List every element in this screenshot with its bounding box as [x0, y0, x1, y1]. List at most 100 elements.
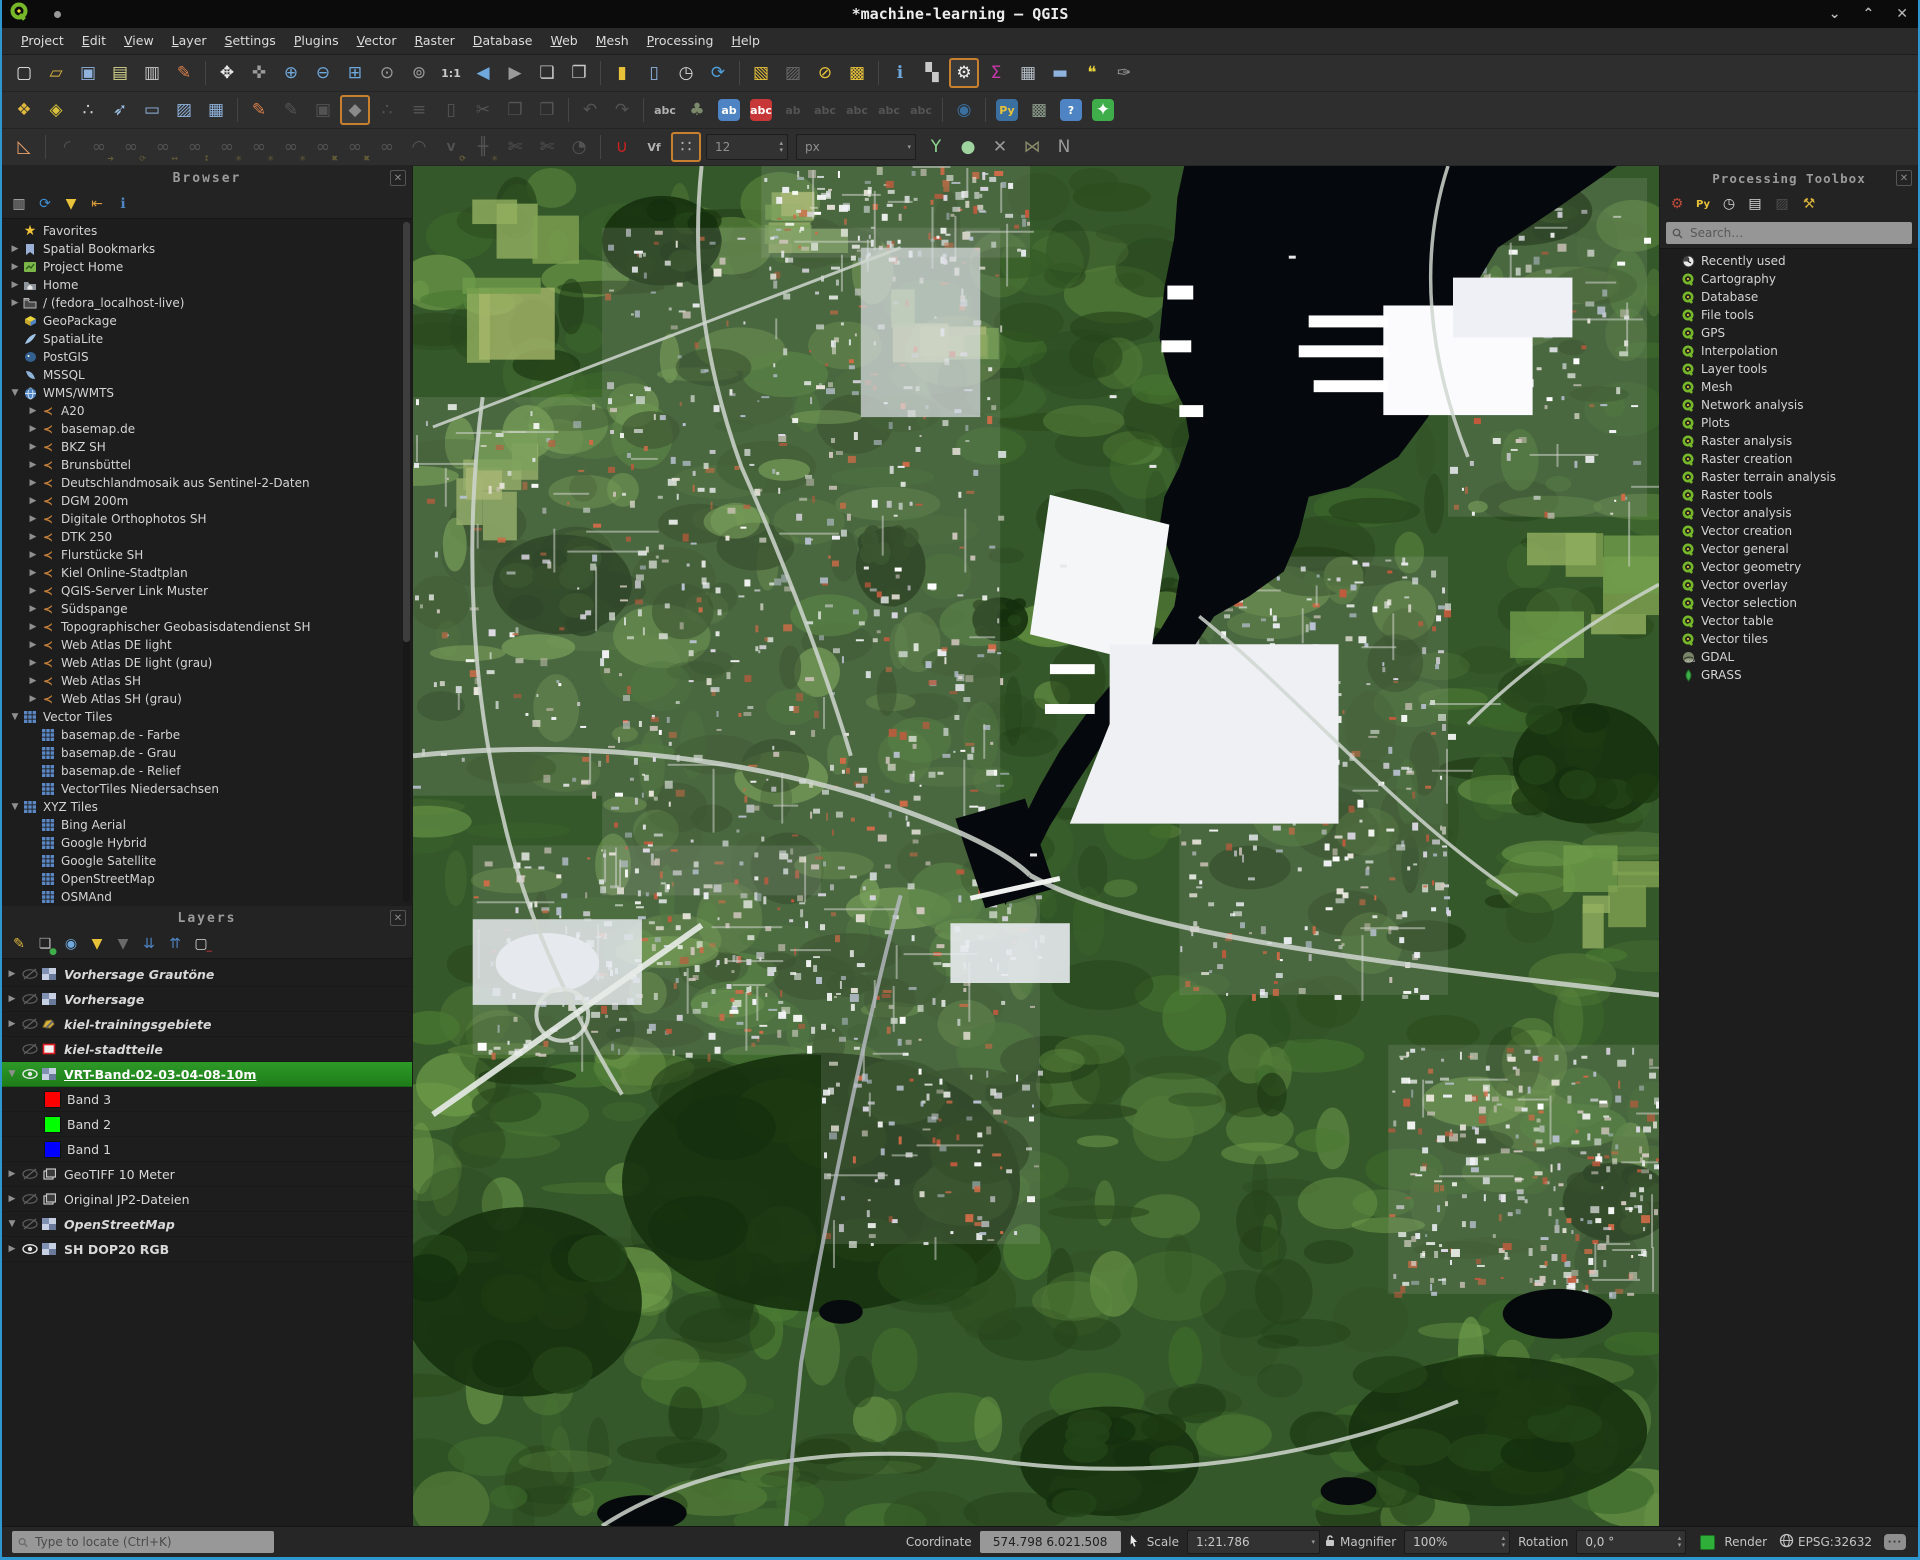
- run-feature-action-icon[interactable]: ▚: [917, 58, 947, 88]
- layer-row[interactable]: ▶Original JP2-Dateien: [2, 1187, 412, 1212]
- filter-by-expression-icon[interactable]: ▼: [112, 933, 134, 955]
- fill-ring-icon[interactable]: ∞✖: [308, 132, 338, 162]
- processing-toolbox-toggle-icon[interactable]: ⚙: [949, 58, 979, 88]
- menu-mesh[interactable]: Mesh: [587, 28, 638, 54]
- browser-tree-item[interactable]: ▶/ (fedora_localhost-live): [2, 294, 412, 312]
- filter-browser-icon[interactable]: ▼: [60, 193, 82, 215]
- browser-tree-item[interactable]: ▼Vector Tiles: [2, 708, 412, 726]
- eye-hidden-icon[interactable]: [20, 968, 40, 980]
- expander-icon[interactable]: ▼: [4, 1219, 20, 1229]
- new-map-view-icon[interactable]: ❏: [532, 58, 562, 88]
- browser-tree-item[interactable]: SpatiaLite: [2, 330, 412, 348]
- expander-icon[interactable]: ▶: [26, 496, 40, 506]
- add-part-icon[interactable]: ∞✳: [276, 132, 306, 162]
- processing-history-icon[interactable]: ◷: [1718, 193, 1740, 215]
- zoom-full-icon[interactable]: ⊞: [340, 58, 370, 88]
- scale-lock-icon[interactable]: [1324, 1534, 1336, 1551]
- deselect-features-icon[interactable]: ⊘: [810, 58, 840, 88]
- browser-tree-item[interactable]: Bing Aerial: [2, 816, 412, 834]
- browser-tree-item[interactable]: ▼WMS/WMTS: [2, 384, 412, 402]
- toolbox-tree-item[interactable]: Plots: [1660, 414, 1918, 432]
- browser-tree-item[interactable]: ▶≺Flurstücke SH: [2, 546, 412, 564]
- browser-tree-item[interactable]: ▼XYZ Tiles: [2, 798, 412, 816]
- processing-results-viewer-icon[interactable]: ▤: [1744, 193, 1766, 215]
- menu-web[interactable]: Web: [541, 28, 586, 54]
- expander-icon[interactable]: ▼: [8, 712, 22, 722]
- layer-row[interactable]: ▶GeoTIFF 10 Meter: [2, 1162, 412, 1187]
- toolbox-tree-item[interactable]: Recently used: [1660, 252, 1918, 270]
- annotations-icon[interactable]: ✑: [1109, 58, 1139, 88]
- zoom-to-layer-icon[interactable]: ⊚: [404, 58, 434, 88]
- digitize-segment-icon[interactable]: ◆: [340, 95, 370, 125]
- rotation-spinner[interactable]: 0,0 °▴▾: [1576, 1530, 1686, 1554]
- new-virtual-layer-icon[interactable]: ▨: [169, 95, 199, 125]
- minimize-button[interactable]: ⌄: [1829, 6, 1841, 22]
- current-edits-icon[interactable]: ✎: [244, 95, 274, 125]
- rotate-point-symbols-icon[interactable]: ◔: [564, 132, 594, 162]
- layer-labeling-options-icon[interactable]: abc: [650, 95, 680, 125]
- browser-tree-item[interactable]: ▶Spatial Bookmarks: [2, 240, 412, 258]
- merge-features-icon[interactable]: ✄: [532, 132, 562, 162]
- expander-icon[interactable]: ▶: [26, 478, 40, 488]
- style-manager-icon[interactable]: ✎: [169, 58, 199, 88]
- menu-settings[interactable]: Settings: [216, 28, 285, 54]
- toolbox-tree-item[interactable]: Mesh: [1660, 378, 1918, 396]
- browser-tree-item[interactable]: OpenStreetMap: [2, 870, 412, 888]
- browser-tree-item[interactable]: ▶≺Web Atlas DE light (grau): [2, 654, 412, 672]
- label-curved-icon[interactable]: abc: [906, 95, 936, 125]
- browser-tree-item[interactable]: ▶≺Web Atlas SH (grau): [2, 690, 412, 708]
- open-layer-styling-icon[interactable]: ✎: [8, 933, 30, 955]
- delete-part-icon[interactable]: ∞: [372, 132, 402, 162]
- expander-icon[interactable]: ▶: [26, 442, 40, 452]
- digitize-unit-combo[interactable]: px▾: [796, 134, 916, 160]
- eye-visible-icon[interactable]: [20, 1243, 40, 1255]
- label-show-hide-icon[interactable]: ab: [778, 95, 808, 125]
- browser-tree-item[interactable]: MSSQL: [2, 366, 412, 384]
- refresh-browser-icon[interactable]: ⟳: [34, 193, 56, 215]
- label-move-icon[interactable]: abc: [810, 95, 840, 125]
- redo-icon[interactable]: ↷: [607, 95, 637, 125]
- select-features-icon[interactable]: ▧: [746, 58, 776, 88]
- browser-scrollbar[interactable]: [403, 222, 410, 902]
- toolbox-tree-item[interactable]: GRASS: [1660, 666, 1918, 684]
- cut-features-icon[interactable]: ✂: [468, 95, 498, 125]
- browser-tree-item[interactable]: basemap.de - Farbe: [2, 726, 412, 744]
- enable-tracing-icon[interactable]: Vf: [639, 132, 669, 162]
- extents-toggle-icon[interactable]: [1127, 1534, 1141, 1551]
- label-toolbar-pin-icon[interactable]: ab: [714, 95, 744, 125]
- map-tips-icon[interactable]: ❝: [1077, 58, 1107, 88]
- browser-tree-item[interactable]: basemap.de - Grau: [2, 744, 412, 762]
- select-by-value-icon[interactable]: ▨: [778, 58, 808, 88]
- eye-hidden-icon[interactable]: [20, 1168, 40, 1180]
- browser-tree-item[interactable]: ▶Project Home: [2, 258, 412, 276]
- toolbox-tree-item[interactable]: Vector tiles: [1660, 630, 1918, 648]
- layer-row[interactable]: Band 1: [2, 1137, 412, 1162]
- browser-tree-item[interactable]: ▶≺DGM 200m: [2, 492, 412, 510]
- new-shapefile-layer-icon[interactable]: ∴: [73, 95, 103, 125]
- browser-tree-item[interactable]: OSMAnd: [2, 888, 412, 906]
- browser-tree-item[interactable]: Google Hybrid: [2, 834, 412, 852]
- delete-vertex-icon[interactable]: ✕: [985, 132, 1015, 162]
- paste-features-icon[interactable]: ❒: [532, 95, 562, 125]
- filter-legend-icon[interactable]: ▼: [86, 933, 108, 955]
- menu-help[interactable]: Help: [722, 28, 769, 54]
- new-3d-map-view-icon[interactable]: ❐: [564, 58, 594, 88]
- eye-hidden-icon[interactable]: [20, 1218, 40, 1230]
- identify-features-icon[interactable]: ℹ: [885, 58, 915, 88]
- expander-icon[interactable]: ▼: [8, 388, 22, 398]
- processing-model-icon[interactable]: ▩: [1024, 95, 1054, 125]
- refresh-map-icon[interactable]: ⟳: [703, 58, 733, 88]
- browser-tree-item[interactable]: ▶≺QGIS-Server Link Muster: [2, 582, 412, 600]
- expander-icon[interactable]: ▼: [4, 1069, 20, 1079]
- toolbox-tree-item[interactable]: Raster tools: [1660, 486, 1918, 504]
- toggle-editing-icon[interactable]: ✎: [276, 95, 306, 125]
- maximize-button[interactable]: ⌃: [1863, 6, 1875, 22]
- zoom-out-icon[interactable]: ⊖: [308, 58, 338, 88]
- avoid-overlap-icon[interactable]: ●: [953, 132, 983, 162]
- new-postgis-layer-icon[interactable]: ▭: [137, 95, 167, 125]
- expander-icon[interactable]: ▶: [26, 460, 40, 470]
- expander-icon[interactable]: ▶: [4, 1194, 20, 1204]
- add-ring-icon[interactable]: ∞✳: [244, 132, 274, 162]
- new-spatial-bookmark-icon[interactable]: ▮: [607, 58, 637, 88]
- magnifier-spinner[interactable]: 100%▴▾: [1404, 1530, 1510, 1554]
